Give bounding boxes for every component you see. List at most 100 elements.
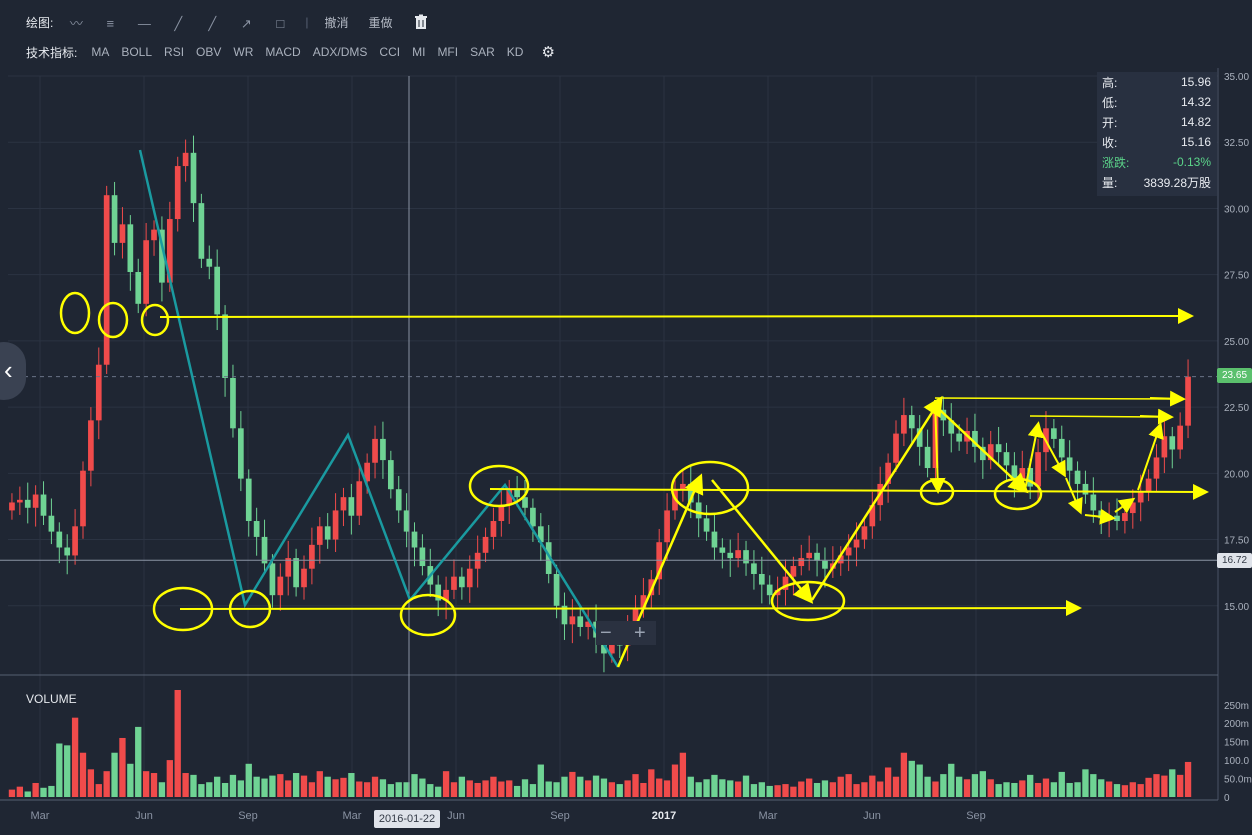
candle-body	[1153, 457, 1160, 479]
volume-bar	[513, 785, 521, 797]
candlestick-chart[interactable]: 35.00 32.50 30.00 27.50 25.00 22.50 20.00 17.50…	[0, 0, 1252, 835]
zoom-in-button[interactable]: +	[634, 621, 646, 645]
volume-bar	[95, 784, 102, 797]
volume-bar	[277, 774, 284, 797]
volume-bar	[561, 776, 568, 797]
candle-body	[48, 515, 55, 532]
candle-body	[9, 502, 15, 511]
volume-bar	[987, 779, 994, 797]
time-tick-label: Jun	[135, 810, 153, 822]
candle-body	[1145, 478, 1152, 492]
annotation-circle	[97, 301, 129, 339]
candle-body	[735, 550, 741, 559]
zoom-out-button[interactable]: −	[600, 621, 612, 645]
time-tick-label: Mar	[31, 810, 50, 822]
volume-bar	[1137, 784, 1144, 797]
candle-body	[901, 415, 907, 434]
volume-bar	[1113, 784, 1121, 797]
time-tick-label: Jun	[447, 810, 465, 822]
volume-bar	[671, 764, 679, 797]
candle-body	[222, 314, 228, 378]
volume-bar	[466, 780, 473, 797]
ohlc-info-panel: 高: 15.96 低: 14.32 开: 14.82 收: 15.16 涨跌: -0.13% 量: 3…	[1097, 72, 1217, 196]
time-tick-label: Sep	[238, 810, 258, 822]
volume-bar	[940, 774, 947, 797]
volume-bar	[16, 786, 23, 797]
candle-body	[356, 481, 363, 516]
volume-bar	[774, 785, 781, 797]
volume-bar	[1050, 782, 1058, 797]
volume-tick-label: 200m	[1224, 719, 1249, 730]
candle-body	[482, 536, 489, 553]
volume-bar	[450, 782, 458, 797]
volume-bar	[963, 779, 971, 797]
volume-bar	[1184, 761, 1192, 797]
candle-body	[95, 364, 102, 421]
volume-bar	[640, 782, 647, 797]
volume-title: VOLUME	[26, 692, 77, 706]
candle-body	[530, 507, 536, 527]
volume-bar	[727, 780, 734, 797]
volume-bar	[214, 776, 221, 797]
volume-bar	[750, 784, 758, 797]
volume-bar	[948, 763, 955, 797]
candle-body	[577, 616, 584, 627]
volume-tick-label: 150m	[1224, 738, 1249, 749]
candle-body	[198, 203, 205, 259]
crosshair-date-label: 2016-01-22	[374, 810, 440, 828]
candle-body	[853, 539, 860, 548]
volume-bar	[56, 743, 63, 797]
volume-bar	[798, 781, 805, 797]
candle-body	[466, 568, 473, 588]
candle-body	[703, 518, 710, 532]
volume-bar	[821, 780, 829, 797]
candle-body	[806, 552, 813, 559]
candle-body	[419, 547, 426, 567]
candle-body	[893, 433, 899, 463]
volume-bar	[1153, 774, 1160, 797]
candle-body	[680, 483, 686, 490]
volume-bar	[498, 781, 505, 797]
candle-body	[498, 505, 505, 522]
candle-body	[908, 415, 915, 429]
volume-bar	[845, 774, 852, 797]
volume-bar	[529, 784, 537, 797]
annotation-arrow	[179, 600, 1082, 617]
candle-body	[206, 258, 213, 267]
volume-bar	[1082, 769, 1089, 797]
candle-body	[395, 489, 402, 511]
annotation-circle	[468, 464, 530, 508]
volume-bar	[427, 784, 434, 797]
info-row: 低: 14.32	[1097, 92, 1217, 112]
price-tick-label: 32.50	[1224, 138, 1249, 149]
volume-bar	[1177, 774, 1184, 797]
candle-body	[324, 526, 331, 540]
candle-body	[301, 568, 307, 588]
volume-bar	[142, 771, 150, 797]
candle-body	[569, 616, 576, 625]
volume-bar	[758, 782, 765, 797]
time-tick-label: 2017	[652, 810, 676, 822]
volume-bar	[64, 745, 71, 797]
info-row: 高: 15.96	[1097, 72, 1217, 92]
volume-bar	[656, 778, 663, 797]
volume-bar	[806, 778, 813, 797]
candle-body	[119, 224, 126, 243]
volume-bar	[71, 717, 79, 797]
candle-body	[514, 489, 520, 498]
volume-bar	[158, 782, 166, 797]
volume-bar	[679, 752, 687, 797]
candle-body	[553, 573, 560, 606]
volume-bar	[135, 726, 142, 797]
candle-body	[380, 438, 386, 461]
candle-body	[88, 420, 94, 471]
volume-bar	[924, 776, 931, 797]
candle-body	[411, 531, 418, 548]
volume-bar	[900, 752, 908, 797]
volume-bar	[837, 776, 844, 797]
volume-bar	[458, 776, 466, 797]
volume-bar	[111, 752, 118, 797]
candle-body	[766, 584, 773, 596]
candle-body	[372, 438, 378, 463]
candle-body	[56, 531, 63, 548]
